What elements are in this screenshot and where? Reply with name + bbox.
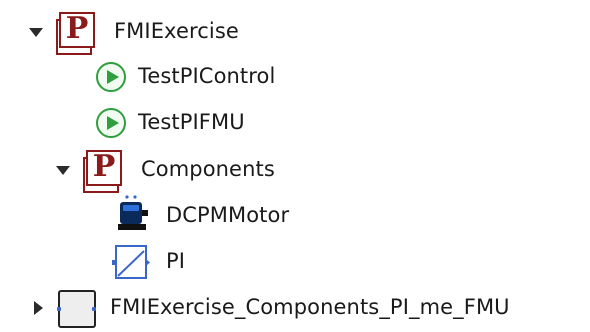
tree-item-label: TestPIFMU: [138, 110, 245, 134]
tree-item-label: TestPIControl: [138, 64, 276, 88]
collapse-arrow-icon[interactable]: [34, 301, 43, 315]
tree-item-fmiexercise-components-pi-me-fmu[interactable]: FMIExercise_Components_PI_me_FMU: [0, 286, 590, 330]
motor-icon: [118, 195, 148, 230]
expand-arrow-icon[interactable]: [56, 166, 70, 175]
tree-item-label: Components: [141, 157, 275, 181]
package-icon: P: [83, 149, 122, 193]
tree-item-fmiexercise[interactable]: P FMIExercise: [0, 10, 300, 55]
play-icon: [96, 62, 126, 92]
tree-item-testpicontrol[interactable]: TestPIControl: [0, 55, 320, 99]
fmu-block-icon: [57, 290, 96, 328]
tree-item-label: FMIExercise: [114, 19, 239, 43]
package-tree: P FMIExercise TestPIControl TestPIFMU P …: [0, 0, 590, 332]
tree-item-testpifmu[interactable]: TestPIFMU: [0, 101, 300, 145]
package-icon: P: [56, 11, 95, 55]
tree-item-pi[interactable]: PI: [0, 240, 220, 284]
pi-block-icon: [112, 245, 150, 279]
tree-item-components[interactable]: P Components: [0, 148, 320, 193]
play-icon: [96, 108, 126, 138]
tree-item-label: DCPMMotor: [166, 203, 290, 227]
tree-item-dcpmmotor[interactable]: DCPMMotor: [0, 194, 320, 238]
expand-arrow-icon[interactable]: [29, 28, 43, 37]
tree-item-label: PI: [166, 249, 186, 273]
tree-item-label: FMIExercise_Components_PI_me_FMU: [110, 295, 510, 319]
